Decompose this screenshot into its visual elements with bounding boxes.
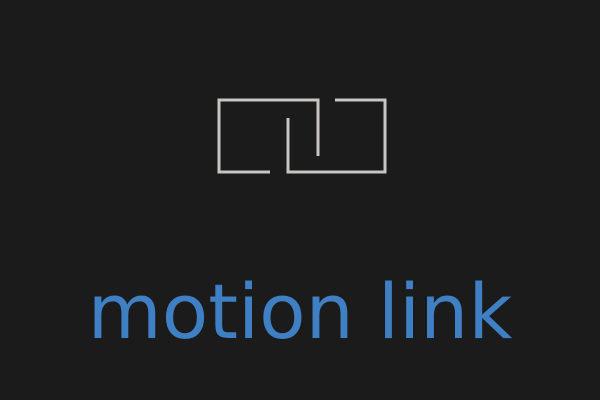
interlocking-brackets-icon <box>217 98 387 174</box>
brand-name: motion link <box>87 267 513 356</box>
